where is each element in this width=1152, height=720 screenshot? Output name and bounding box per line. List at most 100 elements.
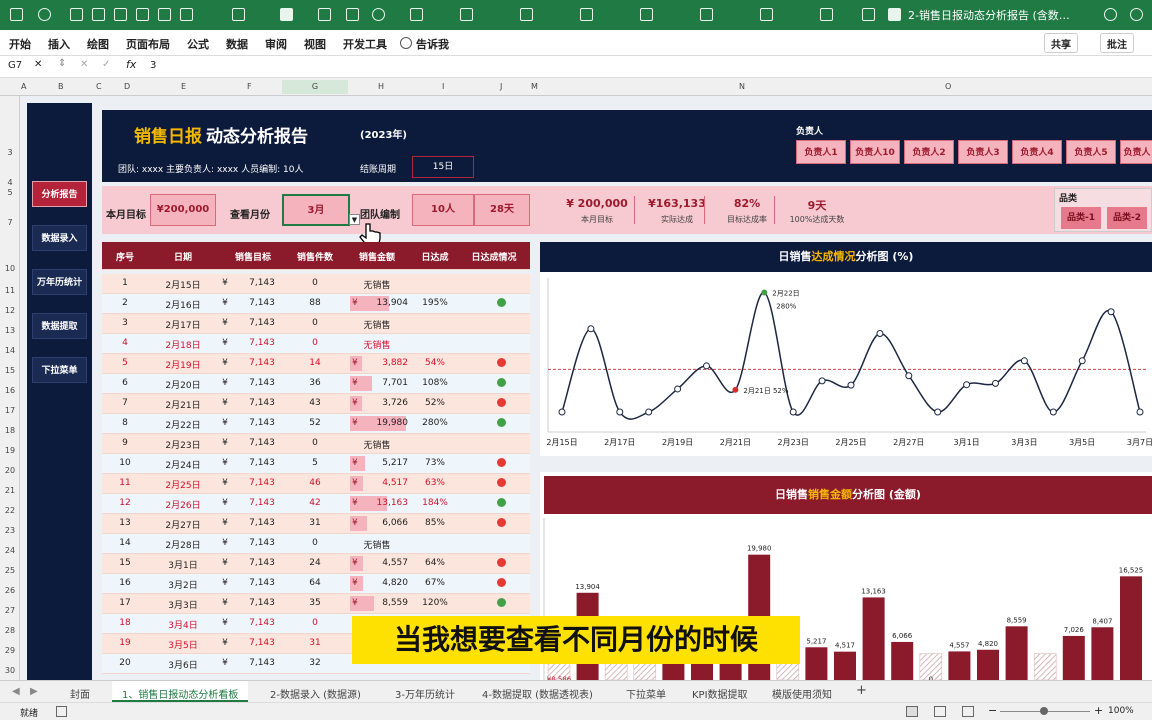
column-header[interactable]: A	[21, 82, 26, 91]
column-header[interactable]: I	[442, 82, 444, 91]
owner-button[interactable]: 负责人3	[958, 140, 1008, 164]
category-button[interactable]: 品类-2	[1107, 207, 1147, 229]
format-painter-icon[interactable]	[70, 8, 83, 21]
row-header[interactable]: 23	[0, 526, 20, 535]
owner-button[interactable]: 负责人5	[1066, 140, 1116, 164]
print-icon[interactable]	[158, 8, 171, 21]
table-row[interactable]: 1 2月15日 7,143 0 ¥ 无销售	[102, 274, 530, 294]
account-icon[interactable]	[1130, 8, 1143, 21]
sort-icon[interactable]	[346, 8, 359, 21]
normal-view-icon[interactable]	[906, 706, 918, 717]
nav-data-extract[interactable]: 数据提取	[32, 313, 87, 339]
nav-dropdown-menu[interactable]: 下拉菜单	[32, 357, 87, 383]
table-row[interactable]: 2 2月16日 7,143 88 195% ¥13,904 ¥	[102, 294, 530, 314]
tab-draw[interactable]: 绘图	[87, 36, 109, 52]
tab-insert[interactable]: 插入	[48, 36, 70, 52]
nav-calendar-stats[interactable]: 万年历统计	[32, 269, 87, 295]
sheet-tab[interactable]: KPI数据提取	[692, 686, 748, 701]
table-row[interactable]: 10 2月24日 7,143 5 73% ¥5,217 ¥	[102, 454, 530, 474]
row-header[interactable]: 27	[0, 606, 20, 615]
table-row[interactable]: 13 2月27日 7,143 31 85% ¥6,066 ¥	[102, 514, 530, 534]
sheet-tab[interactable]: 下拉菜单	[626, 686, 666, 701]
tab-page-layout[interactable]: 页面布局	[126, 36, 170, 52]
column-header-selected[interactable]: G	[282, 80, 348, 94]
month-select[interactable]: 3月	[282, 194, 350, 226]
column-header[interactable]: O	[945, 82, 951, 91]
column-header[interactable]: C	[96, 82, 102, 91]
undo-icon[interactable]	[38, 8, 51, 21]
name-box-dropdown-icon[interactable]: ✕	[34, 59, 42, 70]
table-row[interactable]: 14 2月28日 7,143 0 ¥ 无销售	[102, 534, 530, 554]
border-icon[interactable]	[820, 8, 833, 21]
table-icon[interactable]	[92, 8, 105, 21]
filter-icon[interactable]	[318, 8, 331, 21]
column-header[interactable]: B	[58, 82, 64, 91]
camera-icon[interactable]	[410, 8, 423, 21]
cancel-icon[interactable]: ✕	[80, 59, 88, 70]
sheet-tab[interactable]: 3-万年历统计	[395, 686, 455, 701]
table-row[interactable]: 9 2月23日 7,143 0 ¥ 无销售	[102, 434, 530, 454]
table-row[interactable]: 3 2月17日 7,143 0 ¥ 无销售	[102, 314, 530, 334]
row-header[interactable]: 15	[0, 366, 20, 375]
category-button[interactable]: 品类-1	[1061, 207, 1101, 229]
zoom-thumb[interactable]	[1040, 707, 1048, 715]
column-header[interactable]: H	[378, 82, 384, 91]
row-header[interactable]: 4	[0, 178, 20, 187]
row-header[interactable]: 18	[0, 426, 20, 435]
column-header[interactable]: M	[531, 82, 538, 91]
insert-icon[interactable]	[700, 8, 713, 21]
prev-sheet-icon[interactable]: ◀	[12, 686, 20, 697]
row-header[interactable]: 11	[0, 286, 20, 295]
row-header[interactable]: 20	[0, 466, 20, 475]
copy-icon[interactable]	[114, 8, 127, 21]
owner-button[interactable]: 负责人10	[850, 140, 900, 164]
table-row[interactable]: 15 3月1日 7,143 24 64% ¥4,557 ¥	[102, 554, 530, 574]
row-header[interactable]: 7	[0, 218, 20, 227]
column-header[interactable]: F	[247, 82, 252, 91]
chart-icon[interactable]	[460, 8, 473, 21]
row-header[interactable]: 22	[0, 506, 20, 515]
formula-input[interactable]: 3	[150, 60, 156, 71]
table-row[interactable]: 11 2月25日 7,143 46 63% ¥4,517 ¥	[102, 474, 530, 494]
table-row[interactable]: 6 2月20日 7,143 36 108% ¥7,701 ¥	[102, 374, 530, 394]
row-header[interactable]: 24	[0, 546, 20, 555]
column-header[interactable]: J	[500, 82, 502, 91]
font-grow-icon[interactable]	[232, 8, 245, 21]
more-icon[interactable]	[862, 8, 875, 21]
grid-icon[interactable]	[180, 8, 193, 21]
zoom-out-icon[interactable]: −	[988, 704, 997, 717]
pivot-icon[interactable]	[580, 8, 593, 21]
table-row[interactable]: 8 2月22日 7,143 52 280% ¥19,980 ¥	[102, 414, 530, 434]
clipboard-icon[interactable]	[136, 8, 149, 21]
row-header[interactable]: 10	[0, 264, 20, 273]
page-layout-view-icon[interactable]	[934, 706, 946, 717]
row-header[interactable]: 14	[0, 346, 20, 355]
period-value[interactable]: 15日	[412, 156, 474, 178]
fx-icon[interactable]: fx	[126, 58, 136, 71]
layout-icon[interactable]	[520, 8, 533, 21]
sheet-tab[interactable]: 封面	[70, 686, 90, 701]
row-header[interactable]: 25	[0, 566, 20, 575]
row-header[interactable]: 29	[0, 646, 20, 655]
tab-review[interactable]: 审阅	[265, 36, 287, 52]
merge-icon[interactable]	[760, 8, 773, 21]
row-header[interactable]: 30	[0, 666, 20, 675]
tab-formulas[interactable]: 公式	[187, 36, 209, 52]
add-sheet-button[interactable]: +	[856, 683, 867, 698]
owner-button[interactable]: 负责人	[1120, 140, 1152, 164]
accessibility-icon[interactable]	[56, 706, 67, 717]
row-header[interactable]: 12	[0, 306, 20, 315]
column-header[interactable]: E	[181, 82, 186, 91]
table-row[interactable]: 16 3月2日 7,143 64 67% ¥4,820 ¥	[102, 574, 530, 594]
row-header[interactable]: 13	[0, 326, 20, 335]
comment-button[interactable]: 批注	[1100, 33, 1134, 53]
shape-icon[interactable]	[372, 8, 385, 21]
stepper-icon[interactable]: ⇕	[58, 58, 66, 69]
row-header[interactable]: 21	[0, 486, 20, 495]
freeze-icon[interactable]	[640, 8, 653, 21]
tab-view[interactable]: 视图	[304, 36, 326, 52]
owner-button[interactable]: 负责人1	[796, 140, 846, 164]
table-row[interactable]: 7 2月21日 7,143 43 52% ¥3,726 ¥	[102, 394, 530, 414]
share-button[interactable]: 共享	[1044, 33, 1078, 53]
sheet-tab[interactable]: 2-数据录入 (数据源)	[270, 686, 361, 701]
